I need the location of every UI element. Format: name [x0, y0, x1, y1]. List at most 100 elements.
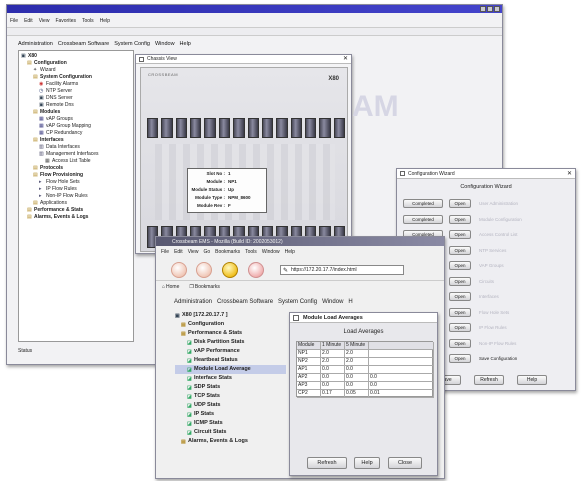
- help-button[interactable]: Help: [354, 457, 380, 469]
- tree-item[interactable]: ◪ Disk Partition Stats: [175, 338, 286, 347]
- app-menu-item[interactable]: Window: [322, 299, 343, 305]
- tree-item[interactable]: ▥ Management Interfaces: [21, 151, 133, 158]
- browser-menu-item[interactable]: View: [188, 249, 199, 255]
- app-menu-item[interactable]: System Config: [114, 41, 150, 47]
- column-header[interactable]: [369, 342, 434, 350]
- forward-button[interactable]: [196, 262, 212, 278]
- tree-item[interactable]: ▤ Alarms, Events & Logs: [175, 437, 286, 446]
- tree-item[interactable]: ▤ System Configuration: [21, 74, 133, 81]
- step-open-button[interactable]: Open: [449, 245, 471, 255]
- module-slot[interactable]: [147, 118, 159, 138]
- tree-item[interactable]: ▦ Access List Table: [21, 158, 133, 165]
- tree-item[interactable]: ▤ Protocols: [21, 165, 133, 172]
- refresh-button[interactable]: Refresh: [307, 457, 347, 469]
- browser-menu-item[interactable]: Window: [262, 249, 280, 255]
- close-icon[interactable]: ✕: [567, 170, 572, 177]
- help-button[interactable]: Help: [517, 375, 547, 385]
- app-menu-item[interactable]: Administration: [174, 299, 212, 305]
- module-slot[interactable]: [261, 118, 274, 138]
- tree-item[interactable]: ▸ IP Flow Rules: [21, 186, 133, 193]
- reload-button[interactable]: [222, 262, 238, 278]
- tree-item[interactable]: ▤ Performance & Stats: [21, 207, 133, 214]
- module-slot[interactable]: [333, 118, 346, 138]
- step-open-button[interactable]: Open: [449, 338, 471, 348]
- module-slot[interactable]: [304, 118, 317, 138]
- tree-item[interactable]: ▤ Configuration: [175, 320, 286, 329]
- step-open-button[interactable]: Open: [449, 276, 471, 286]
- step-open-button[interactable]: Open: [449, 230, 471, 239]
- close-button[interactable]: [494, 6, 500, 12]
- browser-menu-item[interactable]: Go: [203, 249, 210, 255]
- step-status-button[interactable]: Completed: [403, 214, 443, 224]
- step-open-button[interactable]: Open: [449, 214, 471, 224]
- step-open-button[interactable]: Open: [449, 292, 471, 301]
- tree-item[interactable]: ▣ Remote Dns: [21, 102, 133, 109]
- tree-item[interactable]: ◪ TCP Stats: [175, 392, 286, 401]
- column-header[interactable]: 1 Minute: [321, 342, 345, 350]
- tree-item[interactable]: ▤ Alarms, Events & Logs: [21, 214, 133, 221]
- step-open-button[interactable]: Open: [449, 199, 471, 208]
- tree-item[interactable]: ✦ Wizard: [21, 67, 133, 74]
- app-menu-item[interactable]: Crossbeam Software: [217, 299, 273, 305]
- tree-item[interactable]: ◪ ICMP Stats: [175, 419, 286, 428]
- home-link[interactable]: ⌂Home: [162, 284, 179, 290]
- tree-item[interactable]: ▣ X80: [21, 53, 133, 60]
- tree-item[interactable]: ◪ Circuit Stats: [175, 428, 286, 437]
- browser-menu-item[interactable]: Bookmarks: [215, 249, 240, 255]
- module-slot[interactable]: [175, 118, 188, 138]
- menu-item[interactable]: File: [10, 18, 18, 24]
- module-slot[interactable]: [233, 118, 245, 138]
- tree-item[interactable]: ▦ CP Redundancy: [21, 130, 133, 137]
- tree-item[interactable]: ▤ Flow Provisioning: [21, 172, 133, 179]
- tree-item[interactable]: ▤ Performance & Stats: [175, 329, 286, 338]
- module-slot[interactable]: [218, 118, 231, 138]
- url-bar[interactable]: ✎ https://172.20.17.7/index.html: [280, 265, 404, 275]
- module-slot[interactable]: [190, 118, 202, 138]
- step-open-button[interactable]: Open: [449, 354, 471, 363]
- maximize-button[interactable]: [487, 6, 493, 12]
- menu-item[interactable]: Favorites: [55, 18, 76, 24]
- tree-item[interactable]: ◪ Interface Stats: [175, 374, 286, 383]
- bookmarks-link[interactable]: ❐Bookmarks: [189, 284, 220, 290]
- tree-item[interactable]: ▥ Data Interfaces: [21, 144, 133, 151]
- tree-item[interactable]: ◪ Module Load Average: [175, 365, 286, 374]
- tree-item[interactable]: ◷ NTP Server: [21, 88, 133, 95]
- close-button[interactable]: Close: [388, 457, 422, 469]
- stop-button[interactable]: [248, 262, 264, 278]
- tree-item[interactable]: ▣ DNS Server: [21, 95, 133, 102]
- app-menu-item[interactable]: H: [348, 299, 352, 305]
- app-menu-item[interactable]: Window: [155, 41, 175, 47]
- refresh-button[interactable]: Refresh: [474, 375, 504, 385]
- tree-item[interactable]: ◪ UDP Stats: [175, 401, 286, 410]
- app-menu-item[interactable]: Help: [180, 41, 191, 47]
- browser-menu-item[interactable]: Edit: [174, 249, 183, 255]
- module-slot[interactable]: [290, 118, 302, 138]
- browser-menu-item[interactable]: Help: [285, 249, 295, 255]
- tree-item[interactable]: ◪ vAP Performance: [175, 347, 286, 356]
- tree-item[interactable]: ◪ SDP Stats: [175, 383, 286, 392]
- tree-item[interactable]: ▸ Non-IP Flow Rules: [21, 193, 133, 200]
- module-slot[interactable]: [319, 118, 331, 138]
- tree-item[interactable]: ◉ Facility Alarms: [21, 81, 133, 88]
- browser-menu-item[interactable]: File: [161, 249, 169, 255]
- menu-item[interactable]: View: [39, 18, 50, 24]
- tree-item[interactable]: ◪ Heartbeat Status: [175, 356, 286, 365]
- app-menu-item[interactable]: System Config: [278, 299, 317, 305]
- tree-item[interactable]: ▤ Modules: [21, 109, 133, 116]
- tree-item[interactable]: ◪ IP Stats: [175, 410, 286, 419]
- column-header[interactable]: Module: [297, 342, 321, 350]
- menu-item[interactable]: Help: [100, 18, 110, 24]
- close-icon[interactable]: ✕: [343, 55, 348, 62]
- step-open-button[interactable]: Open: [449, 307, 471, 317]
- tree-item[interactable]: ▤ Configuration: [21, 60, 133, 67]
- tree-item[interactable]: ▸ Flow Hole Sets: [21, 179, 133, 186]
- tree-item[interactable]: ▦ vAP Group Mapping: [21, 123, 133, 130]
- app-menu-item[interactable]: Crossbeam Software: [58, 41, 109, 47]
- tree-item[interactable]: ▣ X80 [172.20.17.7 ]: [175, 311, 286, 320]
- app-menu-item[interactable]: Administration: [18, 41, 53, 47]
- back-button[interactable]: [171, 262, 187, 278]
- menu-item[interactable]: Edit: [24, 18, 33, 24]
- step-open-button[interactable]: Open: [449, 261, 471, 270]
- menu-item[interactable]: Tools: [82, 18, 94, 24]
- browser-menu-item[interactable]: Tools: [245, 249, 257, 255]
